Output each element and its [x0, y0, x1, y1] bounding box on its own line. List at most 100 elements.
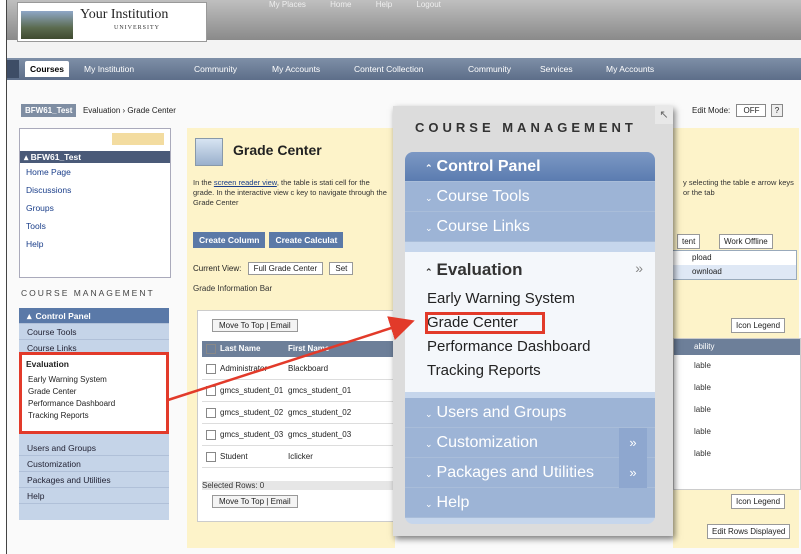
col-first-name[interactable]: First Name — [288, 341, 329, 357]
zoom-customization[interactable]: ⌄ Customization » — [405, 428, 655, 458]
menu-item-discussions[interactable]: Discussions — [26, 185, 71, 195]
cell-first-name: gmcs_student_03 — [288, 430, 352, 439]
download-option[interactable]: ownload — [668, 265, 796, 279]
institution-logo[interactable]: Your Institution UNIVERSITY — [17, 2, 207, 42]
cp-performance-dashboard[interactable]: Performance Dashboard — [28, 399, 115, 408]
top-link-help[interactable]: Help — [376, 0, 392, 9]
help-button[interactable]: ? — [770, 104, 784, 117]
create-column-button[interactable]: Create Column — [193, 232, 266, 248]
zoom-help[interactable]: ⌄ Help — [405, 488, 655, 518]
edit-mode: Edit Mode: OFF ? — [692, 104, 784, 117]
email-button-bottom[interactable]: Email — [271, 497, 291, 506]
cell-first-name: Blackboard — [288, 364, 329, 373]
menu-view-icons[interactable] — [112, 133, 164, 145]
current-view-select[interactable]: Full Grade Center — [247, 262, 324, 275]
zoom-customization-label: Customization — [436, 434, 538, 451]
chevron-right-icon[interactable]: » — [635, 260, 643, 276]
zoom-users-groups[interactable]: ⌄ Users and Groups — [405, 398, 655, 428]
icon-legend-button[interactable]: Icon Legend — [731, 318, 786, 333]
zoom-tracking-reports[interactable]: Tracking Reports — [427, 362, 541, 379]
email-button[interactable]: Email — [271, 321, 291, 330]
edit-rows-displayed-button[interactable]: Edit Rows Displayed — [707, 524, 791, 539]
top-link-my-places[interactable]: My Places — [269, 0, 306, 9]
zoom-performance-dashboard[interactable]: Performance Dashboard — [427, 338, 590, 355]
zoom-course-links[interactable]: ⌄ Course Links — [405, 212, 655, 242]
row-checkbox[interactable] — [206, 407, 216, 418]
cp-course-tools[interactable]: Course Tools — [19, 324, 169, 340]
table-row[interactable]: Administrator Blackboard — [202, 359, 396, 380]
table-row[interactable]: Student Iclicker — [202, 447, 396, 468]
tab-my-accounts[interactable]: My Accounts — [267, 61, 325, 77]
caret-down-icon: ⌄ — [425, 409, 433, 419]
cell-last-name: gmcs_student_03 — [220, 430, 284, 439]
availability-cell: lable — [694, 383, 711, 392]
tab-community[interactable]: Community — [189, 61, 242, 77]
upload-option[interactable]: pload — [668, 251, 796, 265]
set-button[interactable]: Set — [329, 262, 354, 275]
cp-customization[interactable]: Customization — [19, 456, 169, 472]
cell-first-name: gmcs_student_01 — [288, 386, 352, 395]
cp-control-panel[interactable]: ▴ Control Panel — [19, 308, 169, 324]
move-to-top-button-bottom[interactable]: Move To Top — [219, 497, 264, 506]
menu-item-help[interactable]: Help — [26, 239, 43, 249]
cp-tracking-reports[interactable]: Tracking Reports — [28, 411, 89, 420]
tabs-menu-icon[interactable] — [7, 60, 19, 78]
tab-content-collection[interactable]: Content Collection — [349, 61, 428, 77]
menu-item-tools[interactable]: Tools — [26, 221, 46, 231]
zoom-control-panel-header[interactable]: ⌃ Control Panel — [405, 152, 655, 182]
breadcrumb-course[interactable]: BFW61_Test — [21, 104, 77, 117]
menu-item-home-page[interactable]: Home Page — [26, 167, 71, 177]
caret-up-icon: ⌃ — [425, 267, 433, 277]
grade-table: Move To Top | Email Last Name First Name … — [197, 310, 397, 522]
caret-down-icon: ⌄ — [425, 193, 433, 203]
col-last-name[interactable]: Last Name — [220, 344, 260, 353]
zoom-evaluation-label: Evaluation — [436, 260, 523, 279]
menu-item-groups[interactable]: Groups — [26, 203, 54, 213]
chevron-right-icon[interactable]: » — [619, 458, 647, 488]
breadcrumb-path[interactable]: Evaluation › Grade Center — [83, 106, 176, 115]
cp-evaluation[interactable]: Evaluation — [26, 359, 69, 369]
course-management-heading: COURSE MANAGEMENT — [21, 288, 155, 298]
zoom-evaluation[interactable]: ⌃ Evaluation — [425, 260, 523, 280]
zoom-early-warning[interactable]: Early Warning System — [427, 290, 575, 307]
tab-community-2[interactable]: Community — [463, 61, 516, 77]
create-calculated-button[interactable]: Create Calculat — [269, 232, 344, 248]
select-all-checkbox[interactable] — [206, 343, 216, 354]
zoom-course-tools[interactable]: ⌄ Course Tools — [405, 182, 655, 212]
screen-reader-link[interactable]: screen reader view — [214, 178, 277, 187]
cell-first-name: gmcs_student_02 — [288, 408, 352, 417]
row-checkbox[interactable] — [206, 451, 216, 462]
top-link-logout[interactable]: Logout — [416, 0, 440, 9]
row-checkbox[interactable] — [206, 363, 216, 374]
chevron-right-icon[interactable]: » — [619, 428, 647, 458]
table-row[interactable]: gmcs_student_03 gmcs_student_03 — [202, 425, 396, 446]
cp-early-warning[interactable]: Early Warning System — [28, 375, 107, 384]
institution-name: Your Institution — [80, 7, 169, 22]
edit-mode-toggle[interactable]: OFF — [736, 104, 767, 117]
tab-my-institution[interactable]: My Institution — [79, 61, 139, 77]
top-link-home[interactable]: Home — [330, 0, 351, 9]
work-offline-button[interactable]: Work Offline — [719, 234, 773, 249]
col-availability[interactable]: ability — [674, 339, 800, 355]
course-menu-title[interactable]: ▴ BFW61_Test — [20, 151, 170, 163]
collapse-icon: ▴ — [24, 152, 31, 162]
icon-legend-button-bottom[interactable]: Icon Legend — [731, 494, 786, 509]
availability-cell: lable — [694, 405, 711, 414]
tab-services[interactable]: Services — [535, 61, 578, 77]
grade-info-bar: Grade Information Bar — [193, 284, 273, 293]
cp-packages[interactable]: Packages and Utilities — [19, 472, 169, 488]
manage-content-button[interactable]: tent — [677, 234, 701, 249]
table-row[interactable]: gmcs_student_01 gmcs_student_01 — [202, 381, 396, 402]
move-to-top-button[interactable]: Move To Top — [219, 321, 264, 330]
row-checkbox[interactable] — [206, 385, 216, 396]
table-toolbar-bottom: Move To Top | Email — [212, 495, 298, 508]
table-row[interactable]: gmcs_student_02 gmcs_student_02 — [202, 403, 396, 424]
zoom-packages[interactable]: ⌄ Packages and Utilities » — [405, 458, 655, 488]
cp-users-groups[interactable]: Users and Groups — [19, 440, 169, 456]
cp-grade-center[interactable]: Grade Center — [28, 387, 76, 396]
row-checkbox[interactable] — [206, 429, 216, 440]
tab-my-accounts-2[interactable]: My Accounts — [601, 61, 659, 77]
tab-courses[interactable]: Courses — [25, 61, 70, 77]
zoom-users-groups-label: Users and Groups — [436, 404, 567, 421]
cp-help[interactable]: Help — [19, 488, 169, 504]
